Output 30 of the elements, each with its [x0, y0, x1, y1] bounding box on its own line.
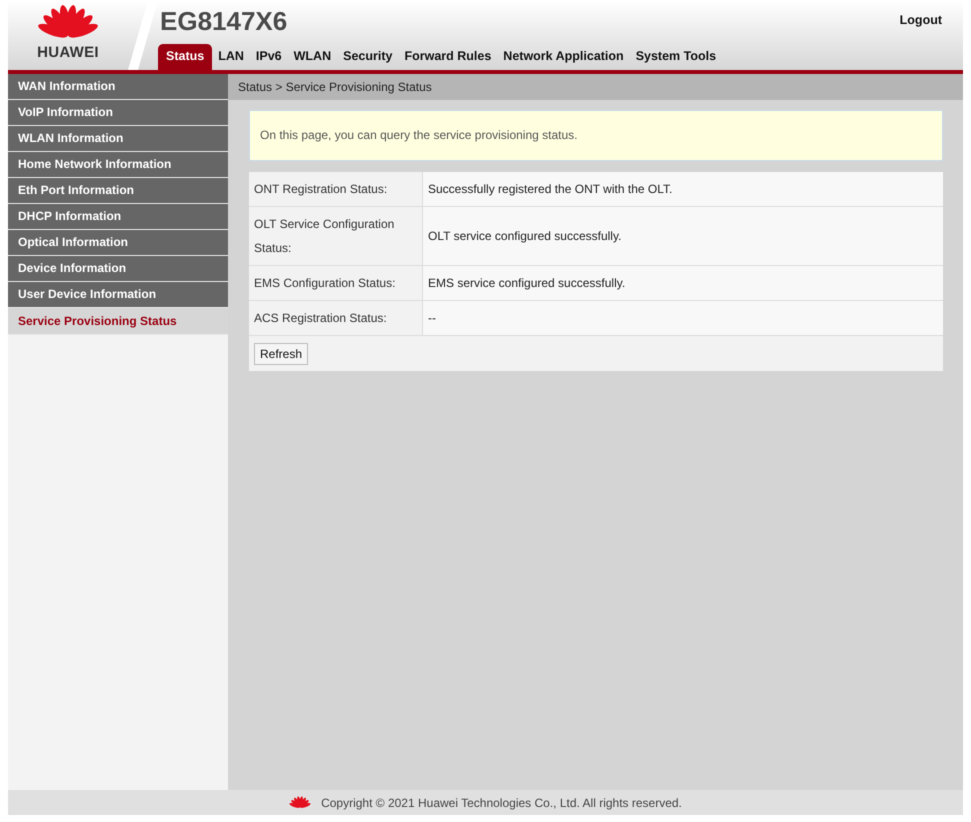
- sidebar-item[interactable]: WAN Information: [8, 74, 228, 100]
- logout-link[interactable]: Logout: [900, 13, 942, 27]
- sidebar-item[interactable]: VoIP Information: [8, 100, 228, 126]
- logo-icon: [289, 796, 312, 810]
- sidebar-item[interactable]: DHCP Information: [8, 204, 228, 230]
- info-notice: On this page, you can query the service provisioning status.: [249, 110, 943, 161]
- sidebar-item[interactable]: Home Network Information: [8, 152, 228, 178]
- device-model-title: EG8147X6: [160, 6, 288, 38]
- sidebar-item[interactable]: Device Information: [8, 256, 228, 282]
- nav-tab[interactable]: System Tools: [630, 45, 722, 70]
- nav-tab[interactable]: Network Application: [497, 45, 630, 70]
- breadcrumb: Status > Service Provisioning Status: [228, 74, 963, 100]
- nav-tab[interactable]: Security: [337, 45, 398, 70]
- sidebar-item[interactable]: WLAN Information: [8, 126, 228, 152]
- nav-tab[interactable]: Forward Rules: [398, 45, 498, 70]
- row-value: Successfully registered the ONT with the OLT.: [423, 172, 943, 206]
- brand-name: HUAWEI: [37, 44, 99, 62]
- row-value: OLT service configured successfully.: [423, 207, 943, 265]
- sidebar-item[interactable]: Service Provisioning Status: [8, 308, 228, 335]
- copyright-text: Copyright © 2021 Huawei Technologies Co., Ltd. All rights reserved.: [321, 796, 682, 810]
- refresh-button[interactable]: Refresh: [254, 343, 308, 365]
- nav-tab[interactable]: Status: [158, 44, 212, 70]
- sidebar-item[interactable]: Eth Port Information: [8, 178, 228, 204]
- row-value: EMS service configured successfully.: [423, 266, 943, 300]
- sidebar-item[interactable]: Optical Information: [8, 230, 228, 256]
- nav-tab[interactable]: WLAN: [288, 45, 338, 70]
- row-value: --: [423, 301, 943, 335]
- nav-tab[interactable]: IPv6: [250, 45, 288, 70]
- nav-tab[interactable]: LAN: [212, 45, 250, 70]
- sidebar-item[interactable]: User Device Information: [8, 282, 228, 308]
